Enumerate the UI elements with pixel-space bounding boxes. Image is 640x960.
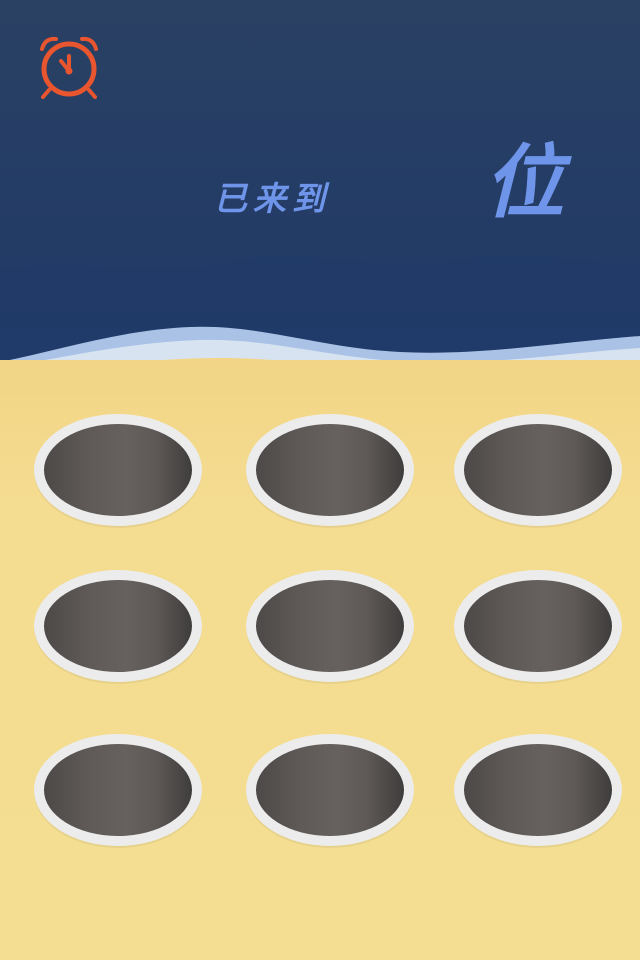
hole-opening — [256, 424, 404, 516]
hole-r2-c3[interactable] — [454, 570, 622, 682]
hole-opening — [44, 580, 192, 672]
hole-opening — [464, 580, 612, 672]
hole-r1-c3[interactable] — [454, 414, 622, 526]
hole-r3-c3[interactable] — [454, 734, 622, 846]
hole-r3-c1[interactable] — [34, 734, 202, 846]
hole-opening — [44, 744, 192, 836]
unit-label: 位 — [484, 135, 564, 229]
hole-r3-c2[interactable] — [246, 734, 414, 846]
hole-r1-c1[interactable] — [34, 414, 202, 526]
alarm-clock-icon[interactable] — [36, 34, 102, 100]
hole-opening — [256, 744, 404, 836]
hole-r2-c2[interactable] — [246, 570, 414, 682]
arrived-label: 已来到 — [214, 179, 331, 218]
game-scene: 已来到 位 — [0, 0, 640, 960]
hole-r2-c1[interactable] — [34, 570, 202, 682]
hole-opening — [464, 744, 612, 836]
hole-opening — [464, 424, 612, 516]
hole-r1-c2[interactable] — [246, 414, 414, 526]
hole-opening — [44, 424, 192, 516]
hole-opening — [256, 580, 404, 672]
